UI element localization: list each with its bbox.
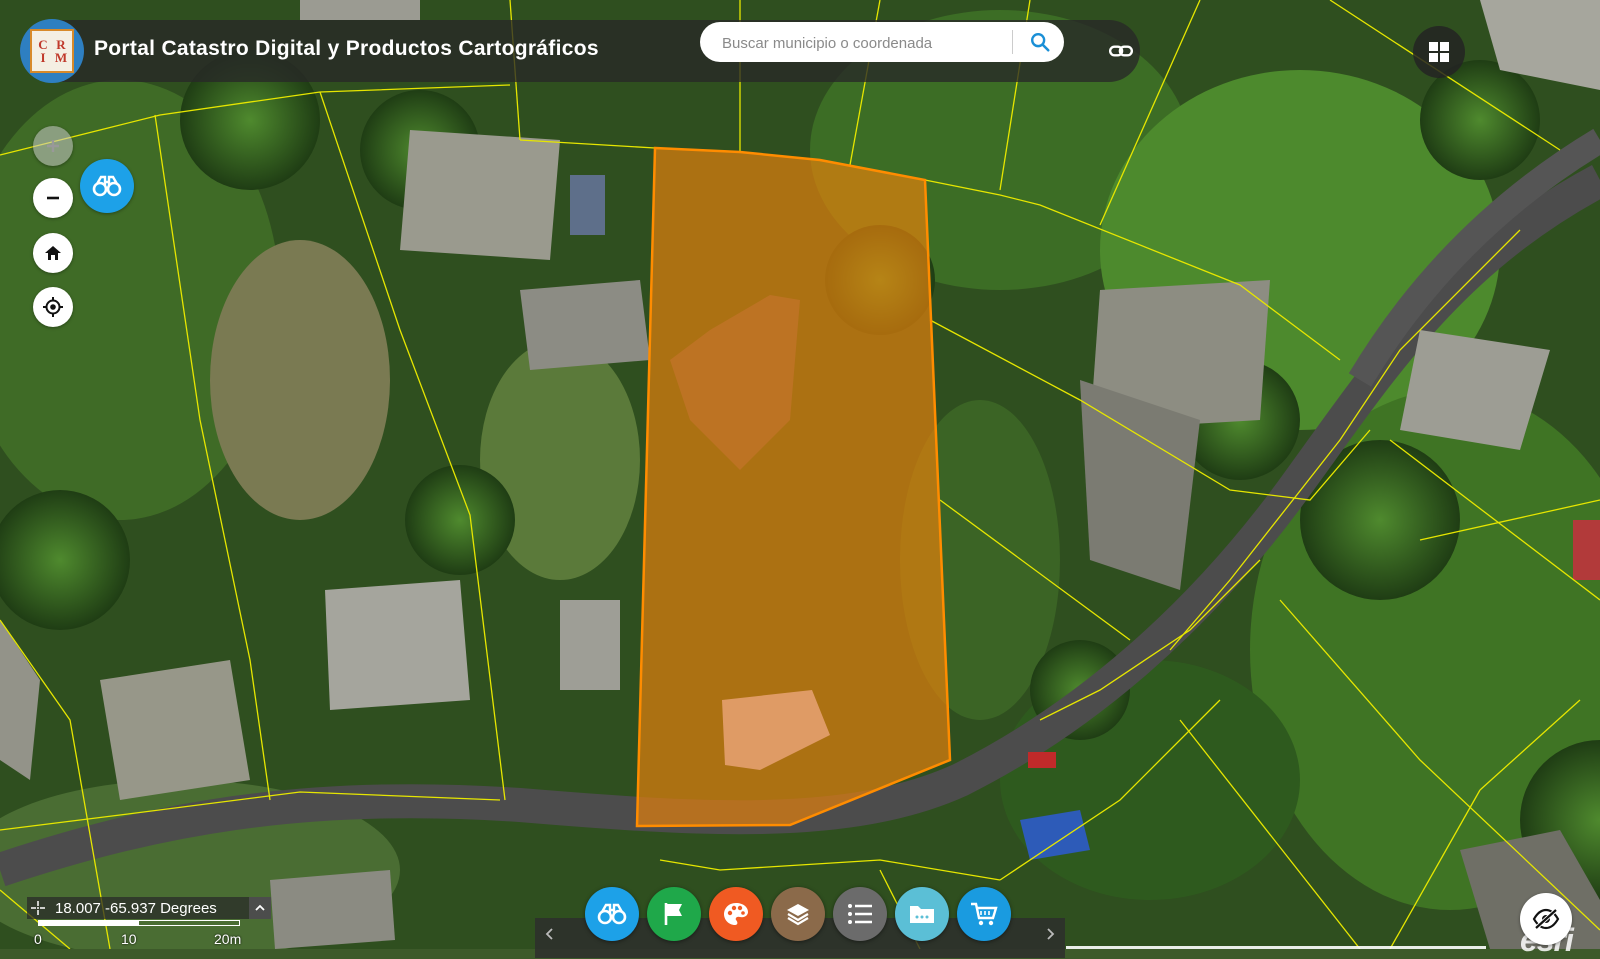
- apps-button[interactable]: [1413, 26, 1465, 78]
- app-header: C R I M Portal Catastro Digital y Produc…: [20, 19, 1140, 83]
- zoom-in-button[interactable]: [33, 126, 73, 166]
- logo-letters: C R I M: [30, 29, 74, 73]
- link-icon: [1108, 45, 1134, 57]
- logo-letter: M: [54, 50, 68, 65]
- list-icon: [848, 904, 872, 924]
- scale-bar-graphic: [38, 920, 240, 926]
- search-input[interactable]: [720, 22, 994, 64]
- tool-symbology-button[interactable]: [709, 887, 763, 941]
- tool-search-parcel-button[interactable]: [585, 887, 639, 941]
- chevron-up-icon: [255, 904, 265, 911]
- coordinate-readout: 18.007 -65.937 Degrees: [27, 897, 271, 919]
- tool-legend-button[interactable]: [833, 887, 887, 941]
- eye-off-icon: [1532, 908, 1560, 930]
- chevron-right-icon: [1047, 928, 1055, 940]
- share-link-button[interactable]: [1106, 36, 1136, 66]
- search-icon: [1031, 33, 1050, 52]
- home-button[interactable]: [33, 233, 73, 273]
- crim-logo-icon[interactable]: C R I M: [20, 19, 84, 83]
- chevron-left-icon: [545, 928, 553, 940]
- flag-icon: [664, 903, 682, 925]
- scale-label: 20m: [214, 931, 242, 947]
- toggle-ui-visibility-button[interactable]: [1520, 893, 1572, 945]
- binoculars-icon: [597, 903, 627, 925]
- search-button[interactable]: [1018, 22, 1062, 62]
- home-icon: [45, 246, 61, 260]
- tool-bookmarks-button[interactable]: [647, 887, 701, 941]
- tool-documents-button[interactable]: [895, 887, 949, 941]
- folder-icon: [910, 906, 934, 923]
- map-canvas[interactable]: [0, 0, 1600, 949]
- toolbar-prev-button[interactable]: [535, 918, 565, 950]
- tool-cart-button[interactable]: [957, 887, 1011, 941]
- zoom-out-button[interactable]: [33, 178, 73, 218]
- minus-icon: [47, 196, 59, 200]
- locate-button[interactable]: [33, 287, 73, 327]
- coordinate-toggle-button[interactable]: [249, 897, 271, 919]
- logo-letter: I: [40, 50, 46, 65]
- coordinate-text: 18.007 -65.937 Degrees: [55, 899, 217, 917]
- scale-label: 0: [34, 931, 42, 947]
- cart-icon: [971, 902, 998, 926]
- plus-icon: [47, 140, 59, 152]
- binoculars-button[interactable]: [80, 159, 134, 213]
- locate-icon: [43, 297, 63, 317]
- scale-bar: [32, 920, 252, 928]
- search-separator: [1012, 30, 1013, 54]
- tool-layers-button[interactable]: [771, 887, 825, 941]
- binoculars-icon: [92, 175, 122, 197]
- scale-label: 10: [121, 931, 137, 947]
- grid-apps-icon: [1429, 42, 1449, 62]
- toolbar-next-button[interactable]: [1035, 918, 1065, 950]
- layers-icon: [787, 904, 809, 926]
- palette-icon: [724, 903, 748, 925]
- search-box: [700, 22, 1064, 64]
- crosshair-icon[interactable]: [27, 897, 49, 919]
- page-title: Portal Catastro Digital y Productos Cart…: [94, 37, 599, 60]
